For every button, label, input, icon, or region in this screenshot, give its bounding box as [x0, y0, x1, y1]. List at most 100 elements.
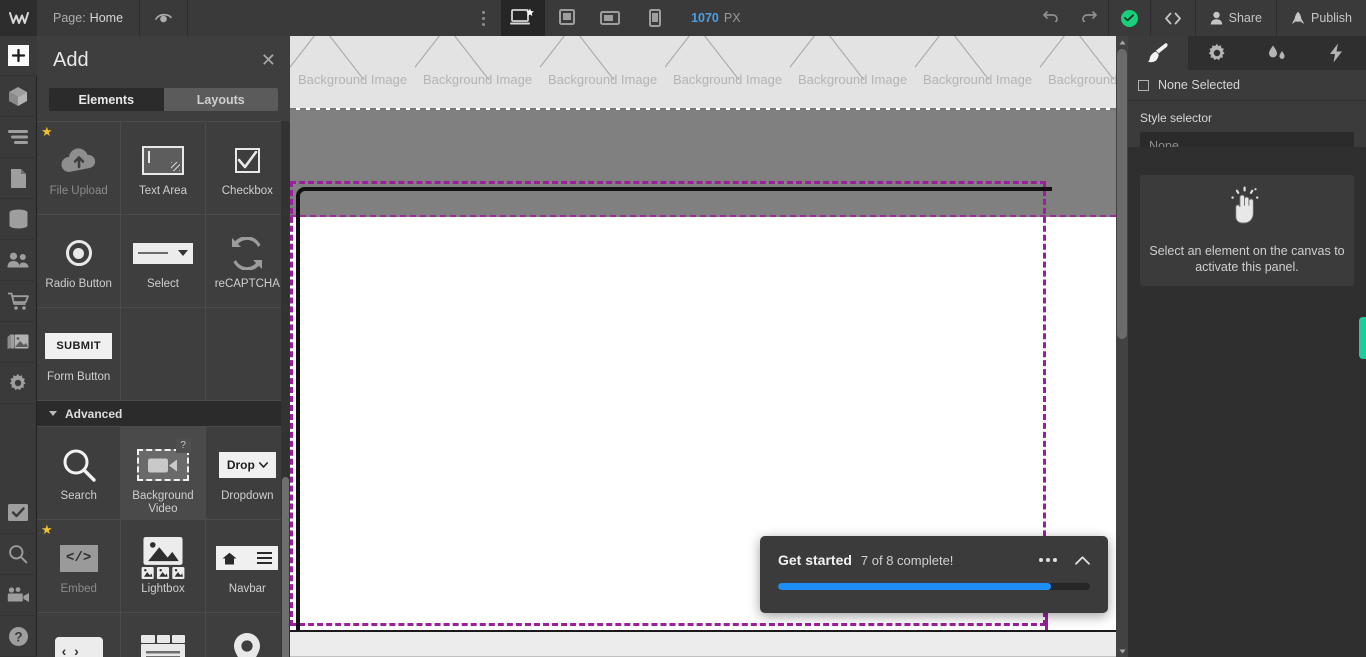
- background-image-placeholder[interactable]: Background Image: [1040, 36, 1116, 108]
- sidebar-item-audit[interactable]: [0, 493, 37, 534]
- tab-elements[interactable]: Elements: [49, 88, 164, 111]
- background-image-placeholder[interactable]: Background Image: [290, 36, 415, 108]
- sidebar-item-ecommerce[interactable]: [0, 281, 37, 322]
- background-image-placeholder[interactable]: Background Image: [540, 36, 665, 108]
- element-search[interactable]: Search: [37, 427, 122, 520]
- sidebar-item-users[interactable]: [0, 240, 37, 281]
- sidebar-item-video-tutorials[interactable]: [0, 575, 37, 616]
- element-checkbox[interactable]: Checkbox: [205, 122, 290, 215]
- element-label: reCAPTCHA: [214, 278, 280, 290]
- dropdown-icon: Drop: [218, 444, 276, 486]
- undo-icon: [1042, 11, 1058, 24]
- publish-button[interactable]: Publish: [1276, 0, 1366, 36]
- viewport-width-unit: PX: [723, 11, 741, 25]
- more-vertical-icon: [481, 10, 485, 14]
- help-badge-icon[interactable]: ?: [175, 438, 191, 453]
- feedback-tab[interactable]: [1359, 317, 1366, 359]
- element-file-upload[interactable]: ★ File Upload: [37, 122, 122, 215]
- webflow-designer: Page: Home 1070 PX Share Publish ? Add ✕…: [0, 0, 1366, 657]
- recaptcha-icon: [229, 232, 265, 274]
- canvas-scrollbar[interactable]: [1116, 36, 1128, 657]
- gear-icon: [1209, 43, 1225, 61]
- viewport-width-indicator[interactable]: 1070 PX: [677, 0, 755, 36]
- topbar-actions: Share Publish: [1032, 0, 1366, 36]
- save-status-button[interactable]: [1107, 0, 1150, 36]
- background-image-placeholder[interactable]: Background Image: [665, 36, 790, 108]
- form-elements-grid: ★ File Upload Text Area Checkbox Radio B…: [37, 121, 290, 401]
- element-navbar[interactable]: Navbar: [205, 520, 290, 613]
- sidebar-item-help[interactable]: ?: [0, 616, 37, 657]
- element-text-area[interactable]: Text Area: [121, 122, 206, 215]
- sidebar-item-navigator[interactable]: [0, 117, 37, 158]
- sidebar-item-pages[interactable]: [0, 158, 37, 199]
- search-icon: [61, 444, 97, 486]
- tab-settings[interactable]: [1188, 36, 1248, 70]
- scrollbar-thumb[interactable]: [282, 477, 289, 657]
- undo-button[interactable]: [1032, 9, 1070, 27]
- home-icon: [222, 552, 237, 564]
- placeholder-caption: Background Image: [547, 72, 658, 87]
- person-icon: [1210, 11, 1222, 25]
- lightning-bolt-icon: [1330, 43, 1343, 63]
- sidebar-item-assets[interactable]: [0, 322, 37, 363]
- add-panel-scrollbar[interactable]: [281, 121, 290, 657]
- question-circle-icon: ?: [8, 626, 28, 646]
- selection-indicator[interactable]: None Selected: [1128, 70, 1366, 101]
- background-image-placeholder[interactable]: Background Image: [915, 36, 1040, 108]
- tab-style[interactable]: [1128, 36, 1188, 70]
- tab-layouts[interactable]: Layouts: [163, 88, 278, 111]
- checkbox-icon: [234, 139, 260, 181]
- element-map[interactable]: Map: [205, 613, 290, 657]
- element-label: Radio Button: [45, 278, 112, 290]
- canvas-options-button[interactable]: [465, 0, 501, 36]
- element-recaptcha[interactable]: reCAPTCHA: [205, 215, 290, 308]
- page-indicator[interactable]: Page: Home: [37, 0, 141, 36]
- breakpoint-tablet[interactable]: [545, 0, 589, 36]
- background-image-placeholder[interactable]: Background Image: [415, 36, 540, 108]
- webflow-logo[interactable]: [0, 0, 37, 36]
- eye-icon: [155, 13, 172, 23]
- preview-toggle[interactable]: [140, 0, 189, 36]
- tab-effects[interactable]: [1307, 36, 1366, 70]
- section-header-advanced[interactable]: Advanced: [37, 401, 290, 427]
- get-started-panel[interactable]: Get started 7 of 8 complete!: [760, 536, 1108, 613]
- element-background-video[interactable]: ? Background Video: [121, 427, 206, 520]
- element-label: Lightbox: [141, 583, 185, 595]
- share-button[interactable]: Share: [1194, 0, 1276, 36]
- sidebar-item-components[interactable]: [0, 76, 37, 117]
- element-dropdown[interactable]: Drop Dropdown: [205, 427, 290, 520]
- breakpoint-tablet-landscape[interactable]: [589, 0, 633, 36]
- page-icon: [10, 168, 26, 188]
- scrollbar-thumb[interactable]: [1117, 49, 1127, 339]
- element-lightbox[interactable]: Lightbox: [121, 520, 206, 613]
- canvas-bottom-section[interactable]: [290, 632, 1116, 657]
- scroll-up-arrow-icon[interactable]: [1116, 36, 1128, 48]
- publish-label: Publish: [1311, 11, 1352, 25]
- sidebar-item-settings[interactable]: [0, 363, 37, 404]
- radio-button-icon: [65, 232, 92, 274]
- breakpoint-desktop[interactable]: [501, 0, 546, 36]
- element-tabs[interactable]: Tabs: [121, 613, 206, 657]
- breakpoint-mobile[interactable]: [633, 0, 677, 36]
- redo-button[interactable]: [1070, 9, 1108, 27]
- element-embed[interactable]: ★ </> Embed: [37, 520, 122, 613]
- slider-icon: ‹ ›: [54, 630, 103, 657]
- sidebar-item-search[interactable]: [0, 534, 37, 575]
- sidebar-item-cms[interactable]: [0, 199, 37, 240]
- selection-square-icon: [1138, 79, 1149, 91]
- element-slider[interactable]: ‹ › Slider: [37, 613, 122, 657]
- close-icon[interactable]: ✕: [261, 51, 276, 69]
- element-radio-button[interactable]: Radio Button: [37, 215, 122, 308]
- more-horizontal-icon[interactable]: [1039, 558, 1057, 562]
- tab-interactions[interactable]: [1247, 36, 1307, 70]
- scroll-down-arrow-icon[interactable]: [1116, 645, 1128, 657]
- hero-background-image-row[interactable]: Background Image Background Image Backgr…: [290, 36, 1116, 108]
- element-select[interactable]: Select: [121, 215, 206, 308]
- cart-icon: [7, 292, 29, 310]
- code-export-button[interactable]: [1149, 0, 1195, 36]
- chevron-up-icon[interactable]: [1075, 553, 1090, 567]
- sidebar-item-add-panel[interactable]: [0, 36, 37, 76]
- element-form-button[interactable]: SUBMIT Form Button: [37, 308, 122, 401]
- box-icon: [9, 86, 27, 106]
- background-image-placeholder[interactable]: Background Image: [790, 36, 915, 108]
